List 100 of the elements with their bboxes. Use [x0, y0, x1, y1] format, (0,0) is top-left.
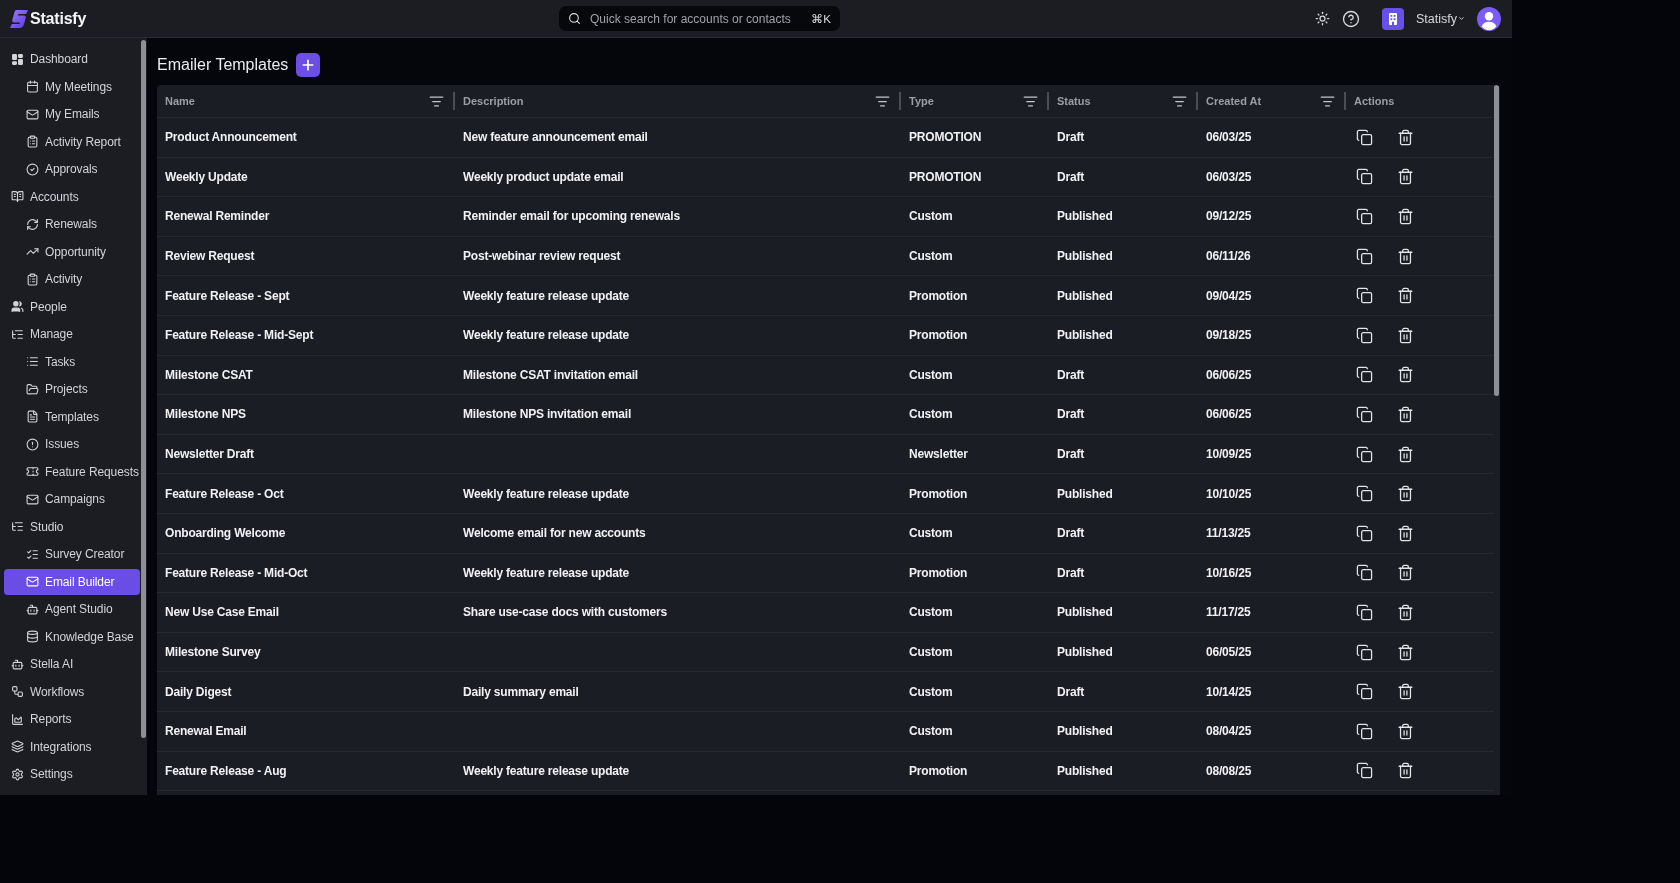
- sidebar-item[interactable]: Opportunity: [4, 238, 140, 265]
- table-cell: Feature Release - Oct: [165, 486, 284, 501]
- sidebar-item[interactable]: Agent Studio: [4, 596, 140, 622]
- trash-icon[interactable]: [1397, 485, 1414, 503]
- robot-icon: [11, 657, 24, 671]
- table-cell: Weekly feature release update: [463, 486, 630, 501]
- sidebar-item[interactable]: Manage: [4, 321, 140, 347]
- trash-icon[interactable]: [1397, 405, 1414, 423]
- copy-icon[interactable]: [1356, 208, 1373, 225]
- column-header[interactable]: Description: [463, 95, 524, 107]
- trash-icon[interactable]: [1397, 445, 1414, 463]
- sidebar-item[interactable]: Approvals: [4, 156, 140, 182]
- scrollbar-thumb[interactable]: [1494, 85, 1499, 396]
- sidebar-item[interactable]: Email Builder: [4, 568, 140, 595]
- account-menu[interactable]: Statisfy: [1416, 11, 1465, 26]
- copy-icon[interactable]: [1356, 247, 1373, 265]
- dashboard-icon: [11, 52, 24, 66]
- filter-icon[interactable]: [429, 93, 444, 109]
- table-cell: Weekly product update email: [463, 169, 624, 184]
- sidebar-item[interactable]: Activity: [4, 266, 140, 292]
- copy-icon[interactable]: [1356, 485, 1373, 503]
- trash-icon[interactable]: [1397, 326, 1414, 344]
- trash-icon[interactable]: [1397, 762, 1414, 780]
- sidebar-item[interactable]: Workflows: [4, 678, 140, 705]
- trash-icon[interactable]: [1397, 524, 1414, 542]
- sidebar-item[interactable]: Stella AI: [4, 651, 140, 677]
- table-cell: 06/06/25: [1206, 407, 1252, 422]
- sidebar-item[interactable]: Survey Creator: [4, 541, 140, 567]
- table-cell: Published: [1057, 249, 1113, 264]
- sidebar-item[interactable]: Integrations: [4, 733, 140, 760]
- sidebar-item[interactable]: Activity Report: [4, 128, 140, 155]
- avatar-icon[interactable]: [1477, 6, 1501, 31]
- trash-icon[interactable]: [1397, 247, 1414, 265]
- column-header[interactable]: Status: [1057, 95, 1091, 107]
- column-header[interactable]: Created At: [1206, 95, 1262, 107]
- list-check-icon: [26, 547, 39, 561]
- table-cell: Post-webinar review request: [463, 249, 621, 264]
- search-field[interactable]: Quick search for accounts or contacts ⌘K: [559, 6, 840, 31]
- table-cell: 09/04/25: [1206, 288, 1252, 303]
- sidebar-item[interactable]: Campaigns: [4, 486, 140, 512]
- sidebar-item[interactable]: My Emails: [4, 101, 140, 127]
- sidebar-item[interactable]: Tasks: [4, 348, 140, 375]
- sidebar-item[interactable]: Knowledge Base: [4, 623, 140, 650]
- building-icon[interactable]: [1382, 7, 1404, 30]
- trash-icon[interactable]: [1397, 722, 1414, 740]
- sidebar-item[interactable]: Reports: [4, 706, 140, 732]
- filter-icon[interactable]: [875, 93, 890, 109]
- trash-icon[interactable]: [1397, 643, 1414, 661]
- copy-icon[interactable]: [1356, 762, 1373, 780]
- copy-icon[interactable]: [1356, 366, 1373, 384]
- column-header[interactable]: Type: [909, 95, 934, 107]
- add-button[interactable]: [296, 52, 321, 77]
- copy-icon[interactable]: [1356, 405, 1373, 423]
- trash-icon[interactable]: [1397, 208, 1414, 225]
- copy-icon[interactable]: [1356, 524, 1373, 542]
- scrollbar-thumb[interactable]: [141, 40, 146, 738]
- trash-icon[interactable]: [1397, 564, 1414, 582]
- copy-icon[interactable]: [1356, 168, 1373, 186]
- copy-icon[interactable]: [1356, 722, 1373, 740]
- filter-icon[interactable]: [1023, 93, 1038, 109]
- sidebar-item[interactable]: Accounts: [4, 183, 140, 210]
- copy-icon[interactable]: [1356, 445, 1373, 463]
- trash-icon[interactable]: [1397, 168, 1414, 186]
- sidebar-item[interactable]: Feature Requests: [4, 458, 140, 485]
- column-header[interactable]: Name: [165, 95, 195, 107]
- trash-icon[interactable]: [1397, 287, 1414, 305]
- trash-icon[interactable]: [1397, 603, 1414, 621]
- list-icon: [26, 355, 39, 368]
- filter-icon[interactable]: [1172, 93, 1187, 109]
- table-cell: Draft: [1057, 367, 1084, 382]
- copy-icon[interactable]: [1356, 128, 1373, 146]
- trash-icon[interactable]: [1397, 366, 1414, 384]
- sun-icon[interactable]: [1315, 11, 1330, 26]
- copy-icon[interactable]: [1356, 643, 1373, 661]
- copy-icon[interactable]: [1356, 683, 1373, 701]
- column-header[interactable]: Actions: [1354, 95, 1395, 107]
- table-cell: Promotion: [909, 486, 968, 501]
- trash-icon[interactable]: [1397, 128, 1414, 146]
- table-cell: Milestone NPS: [165, 407, 246, 422]
- sidebar-item[interactable]: People: [4, 293, 140, 320]
- table-cell: Promotion: [909, 328, 968, 343]
- sidebar-item[interactable]: My Meetings: [4, 73, 140, 100]
- table-cell: 08/04/25: [1206, 724, 1252, 739]
- table-cell: 11/17/25: [1206, 605, 1251, 620]
- folder-icon: [26, 382, 39, 396]
- sidebar-item[interactable]: Templates: [4, 403, 140, 430]
- sidebar-item[interactable]: Studio: [4, 513, 140, 540]
- sidebar-item[interactable]: Settings: [4, 761, 140, 787]
- copy-icon[interactable]: [1356, 564, 1373, 582]
- copy-icon[interactable]: [1356, 287, 1373, 305]
- sidebar-item[interactable]: Dashboard: [4, 46, 140, 72]
- trash-icon[interactable]: [1397, 683, 1414, 701]
- copy-icon[interactable]: [1356, 603, 1373, 621]
- copy-icon[interactable]: [1356, 326, 1373, 344]
- help-icon[interactable]: [1342, 9, 1360, 28]
- sidebar-item[interactable]: Issues: [4, 431, 140, 457]
- sidebar-item[interactable]: Projects: [4, 376, 140, 402]
- sidebar-item[interactable]: Renewals: [4, 211, 140, 237]
- filter-icon[interactable]: [1320, 93, 1335, 109]
- calendar-icon: [26, 80, 39, 93]
